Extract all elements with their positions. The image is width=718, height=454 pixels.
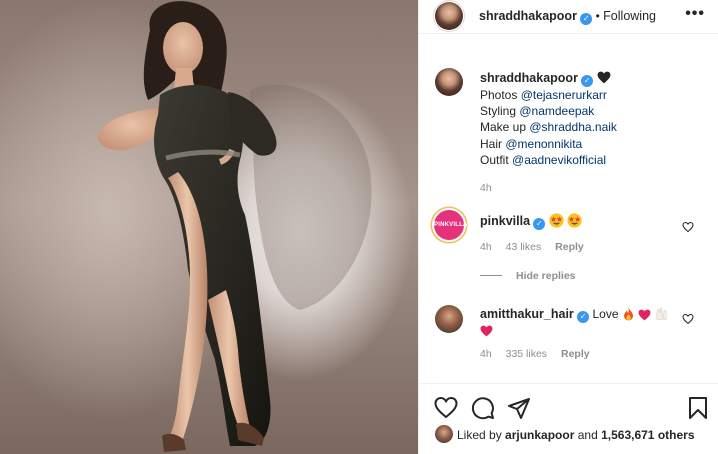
caption-line-outfit: Outfit @aadnevikofficial xyxy=(480,152,607,167)
comment-likes[interactable]: 335 likes xyxy=(506,348,547,360)
comment-meta: 4h 335 likes Reply xyxy=(480,348,601,360)
liker-username[interactable]: arjunkapoor xyxy=(505,428,574,442)
mention-link[interactable]: @tejasnerurkarr xyxy=(521,88,607,102)
star-struck-emoji-icon xyxy=(567,213,582,228)
comment-like-heart-icon[interactable] xyxy=(682,313,694,325)
verified-badge-icon: ✓ xyxy=(581,75,594,87)
comment-likes[interactable]: 43 likes xyxy=(506,241,542,253)
likes-count[interactable]: 1,563,671 others xyxy=(601,428,694,442)
comment-body: Love xyxy=(592,307,619,321)
verified-badge-icon: ✓ xyxy=(533,218,546,230)
verified-badge-icon: ✓ xyxy=(580,13,593,25)
caption-line-photos: Photos @tejasnerurkarr xyxy=(480,88,607,102)
mention-link[interactable]: @menonnikita xyxy=(505,137,582,151)
hide-replies-line xyxy=(480,275,502,276)
raised-hands-emoji-icon xyxy=(655,307,667,320)
liker-avatar[interactable] xyxy=(435,425,453,443)
mention-link[interactable]: @aadnevikofficial xyxy=(512,153,606,167)
star-struck-emoji-icon xyxy=(549,213,564,228)
like-heart-icon[interactable] xyxy=(434,396,458,420)
caption-text: shraddhakapoor ✓ Photos @tejasnerurkarr … xyxy=(480,70,617,196)
caption-author-avatar[interactable] xyxy=(435,68,463,96)
red-heart-emoji-icon xyxy=(638,309,651,321)
black-heart-emoji-icon xyxy=(597,71,611,84)
likes-summary: Liked by arjunkapoor and 1,563,671 other… xyxy=(435,425,715,443)
save-bookmark-icon[interactable] xyxy=(686,396,710,420)
caption-line-makeup: Make up @shraddha.naik xyxy=(480,120,617,135)
post-photo-illustration xyxy=(97,1,372,452)
share-paper-plane-icon[interactable] xyxy=(507,396,531,420)
caption-author-row: shraddhakapoor ✓ xyxy=(480,70,617,87)
mention-link[interactable]: @namdeepak xyxy=(519,104,594,118)
commenter-avatar[interactable] xyxy=(435,305,463,333)
red-heart-emoji-icon xyxy=(480,325,493,337)
hide-replies-button[interactable]: Hide replies xyxy=(480,270,576,282)
post-detail-panel: shraddhakapoor ✓ • Following ••• shraddh… xyxy=(418,0,718,454)
comment-meta: 4h 43 likes Reply xyxy=(480,241,595,253)
more-options-icon[interactable]: ••• xyxy=(685,5,705,23)
comment-text-row: amitthakur_hair ✓ Love xyxy=(480,307,668,323)
comment-username[interactable]: amitthakur_hair xyxy=(480,307,574,321)
author-avatar[interactable] xyxy=(435,2,463,30)
comment-like-heart-icon[interactable] xyxy=(682,221,694,233)
pinkvilla-avatar[interactable]: PINKVILLA xyxy=(434,210,467,240)
post-header: shraddhakapoor ✓ • Following ••• xyxy=(419,0,718,34)
post-action-bar xyxy=(419,383,718,431)
following-button[interactable]: Following xyxy=(603,9,656,23)
comment-time[interactable]: 4h xyxy=(480,348,492,360)
caption-line-hair: Hair @menonnikita xyxy=(480,136,583,151)
caption-timestamp: 4h xyxy=(480,182,492,195)
author-username[interactable]: shraddhakapoor xyxy=(479,9,577,23)
comment-username[interactable]: pinkvilla xyxy=(480,214,530,228)
caption-author-username[interactable]: shraddhakapoor xyxy=(480,71,578,85)
reply-button[interactable]: Reply xyxy=(555,241,584,253)
comment-bubble-icon[interactable] xyxy=(471,396,495,420)
comment-text-row: pinkvilla ✓ xyxy=(480,213,582,230)
comment-text-overflow xyxy=(480,323,493,337)
fire-emoji-icon xyxy=(623,307,633,321)
author-row: shraddhakapoor ✓ • Following xyxy=(479,9,656,25)
reply-button[interactable]: Reply xyxy=(561,348,590,360)
post-photo[interactable] xyxy=(0,0,418,454)
verified-badge-icon: ✓ xyxy=(577,311,590,323)
mention-link[interactable]: @shraddha.naik xyxy=(529,120,617,134)
separator-dot: • xyxy=(595,9,600,23)
caption-line-styling: Styling @namdeepak xyxy=(480,104,595,119)
comment-time[interactable]: 4h xyxy=(480,241,492,253)
